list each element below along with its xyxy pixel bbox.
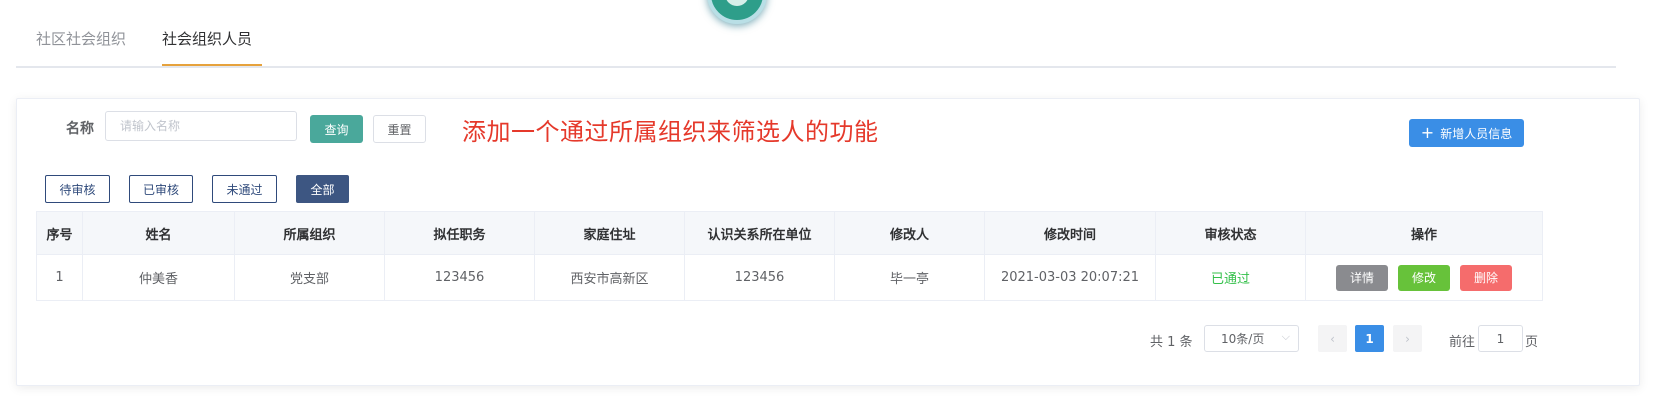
page-number-current[interactable]: 1 [1355, 325, 1384, 352]
header-modifier: 修改人 [834, 211, 985, 255]
chevron-down-icon: ⌵ [1281, 330, 1290, 343]
pagination-total: 共 1 条 [1150, 335, 1193, 350]
reset-button[interactable]: 重置 [373, 115, 426, 143]
filter-pending[interactable]: 待审核 [45, 175, 110, 203]
chevron-right-icon: › [1405, 331, 1410, 346]
prev-page-button[interactable]: ‹ [1318, 325, 1347, 352]
add-member-button[interactable]: + 新增人员信息 [1409, 119, 1524, 147]
page-size-select[interactable]: 10条/页 ⌵ [1204, 325, 1299, 352]
header-organization: 所属组织 [234, 211, 385, 255]
content-card: 名称 查询 重置 添加一个通过所属组织来筛选人的功能 + 新增人员信息 待审核 … [16, 98, 1640, 386]
table-header-row: 序号 姓名 所属组织 拟任职务 家庭住址 认识关系所在单位 修改人 修改时间 审… [36, 211, 1543, 255]
cell-actions: 详情 修改 删除 [1305, 254, 1543, 301]
header-index: 序号 [36, 211, 83, 255]
goto-label: 前往 [1449, 335, 1476, 350]
plus-icon: + [1420, 123, 1435, 142]
name-filter-label: 名称 [66, 121, 94, 137]
header-status: 审核状态 [1155, 211, 1306, 255]
header-modified-time: 修改时间 [984, 211, 1156, 255]
chevron-left-icon: ‹ [1330, 331, 1335, 346]
cell-status: 已通过 [1155, 254, 1306, 301]
cell-position: 123456 [384, 254, 535, 301]
members-table: 序号 姓名 所属组织 拟任职务 家庭住址 认识关系所在单位 修改人 修改时间 审… [36, 211, 1543, 301]
cell-modified-time: 2021-03-03 20:07:21 [984, 254, 1156, 301]
page-size-value: 10条/页 [1221, 332, 1265, 346]
table-row: 1 仲美香 党支部 123456 西安市高新区 123456 毕一亭 2021-… [36, 254, 1543, 301]
tab-community-organizations[interactable]: 社区社会组织 [36, 28, 126, 49]
name-search-input[interactable] [105, 111, 297, 141]
cell-organization: 党支部 [234, 254, 385, 301]
tab-organization-members[interactable]: 社会组织人员 [162, 28, 252, 49]
cell-address: 西安市高新区 [534, 254, 685, 301]
header-position: 拟任职务 [384, 211, 535, 255]
query-button[interactable]: 查询 [310, 115, 363, 143]
next-page-button[interactable]: › [1393, 325, 1422, 352]
header-name: 姓名 [82, 211, 235, 255]
header-actions: 操作 [1305, 211, 1543, 255]
filter-approved[interactable]: 已审核 [129, 175, 193, 203]
edit-button[interactable]: 修改 [1397, 264, 1450, 291]
header-unit: 认识关系所在单位 [684, 211, 835, 255]
cell-modifier: 毕一亭 [834, 254, 985, 301]
cell-name: 仲美香 [82, 254, 235, 301]
cell-unit: 123456 [684, 254, 835, 301]
filter-all[interactable]: 全部 [296, 175, 349, 203]
tab-bar: 社区社会组织 社会组织人员 [16, 0, 1616, 68]
delete-button[interactable]: 删除 [1460, 264, 1513, 291]
page-suffix-label: 页 [1525, 335, 1539, 350]
cell-index: 1 [36, 254, 83, 301]
filter-rejected[interactable]: 未通过 [212, 175, 277, 203]
goto-page-input[interactable] [1478, 325, 1523, 352]
status-badge: 已通过 [1210, 272, 1250, 287]
detail-button[interactable]: 详情 [1335, 264, 1388, 291]
annotation-note: 添加一个通过所属组织来筛选人的功能 [462, 118, 879, 146]
add-member-label: 新增人员信息 [1440, 126, 1513, 141]
header-address: 家庭住址 [534, 211, 685, 255]
active-tab-indicator [162, 64, 262, 66]
